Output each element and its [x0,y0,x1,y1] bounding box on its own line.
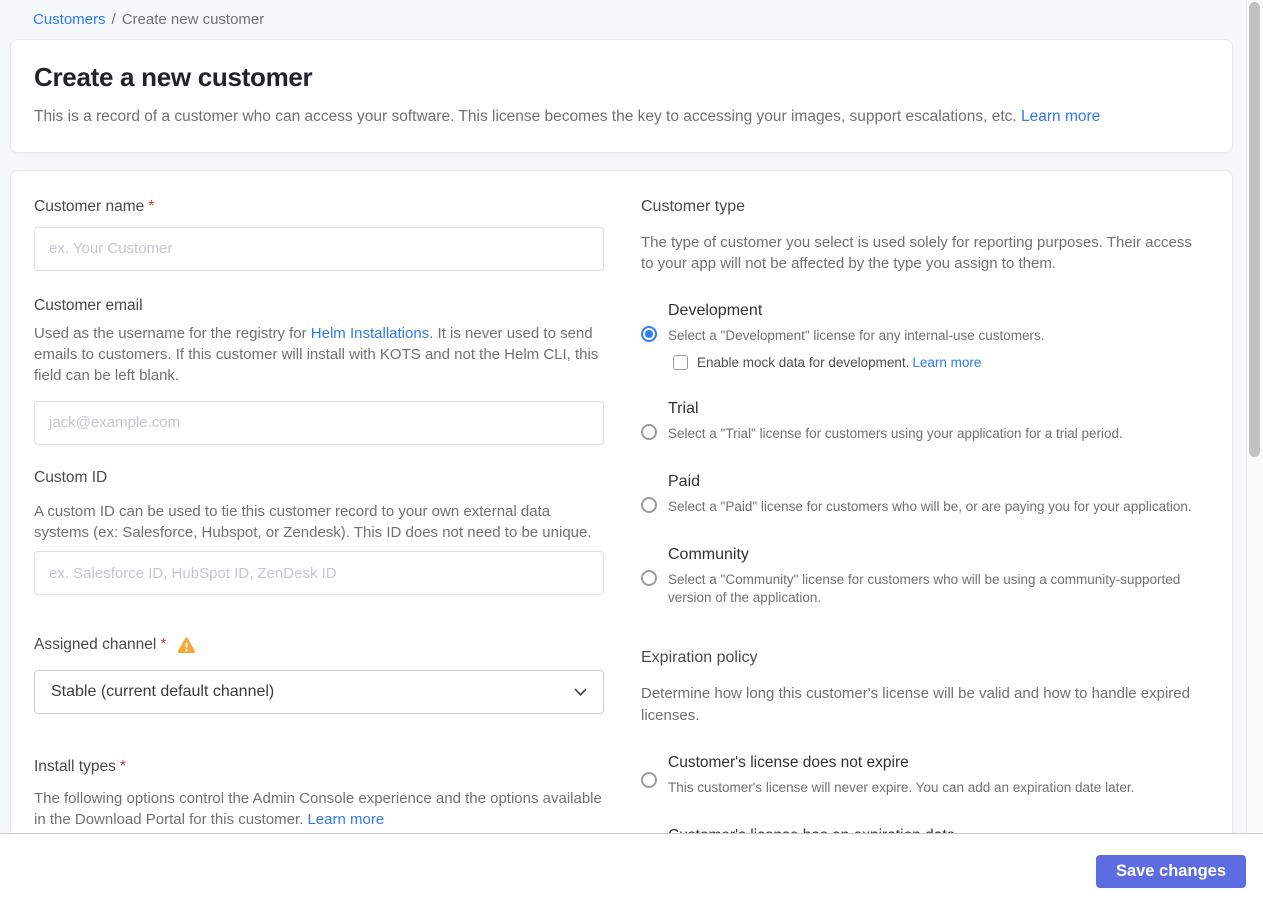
breadcrumb-customers-link[interactable]: Customers [33,11,106,28]
option-paid-description: Select a "Paid" license for customers wh… [668,498,1192,514]
option-development-description: Select a "Development" license for any i… [668,328,1045,344]
radio-no-expire[interactable] [641,771,657,788]
mock-data-label: Enable mock data for development. [697,354,910,370]
custom-id-input[interactable] [34,551,604,596]
radio-trial[interactable] [641,423,657,440]
option-community-description: Select a "Community" license for custome… [668,571,1181,606]
option-trial-description: Select a "Trial" license for customers u… [668,425,1123,441]
breadcrumb-separator: / [111,11,116,28]
install-types-label: Install types [34,758,116,776]
customer-email-input[interactable] [34,400,604,445]
form-left-column: Customer name * Customer email Used as t… [34,198,604,847]
option-development: Development Select a "Development" licen… [641,302,1197,370]
mock-data-learn-more-link[interactable]: Learn more [912,355,981,370]
assigned-channel-label: Assigned channel [34,636,157,654]
customer-email-label: Customer email [34,296,143,314]
form-right-column: Customer type The type of customer you s… [641,197,1197,868]
customer-type-heading: Customer type [641,197,746,215]
option-paid-title: Paid [668,472,701,490]
install-types-label-row: Install types * [34,758,604,776]
option-paid: Paid Select a "Paid" license for custome… [641,473,1197,516]
page-description: This is a record of a customer who can a… [34,106,1209,128]
customer-name-label: Customer name [34,197,145,215]
save-changes-button[interactable]: Save changes [1095,855,1246,888]
custom-id-label: Custom ID [34,468,108,486]
expiration-policy-description: Determine how long this customer's licen… [641,685,1190,724]
footer-bar: Save changes [0,833,1263,905]
customer-form-card: Customer name * Customer email Used as t… [10,169,1233,875]
option-no-expire: Customer's license does not expire This … [641,754,1197,797]
radio-community[interactable] [641,569,657,586]
mock-data-row: Enable mock data for development. Learn … [673,354,1197,370]
customer-email-description: Used as the username for the registry fo… [34,323,604,387]
assigned-channel-selected-value: Stable (current default channel) [51,683,275,701]
radio-paid[interactable] [641,496,657,513]
expiration-policy-heading: Expiration policy [641,649,758,667]
option-trial: Trial Select a "Trial" license for custo… [641,400,1197,443]
scrollbar-track[interactable] [1246,0,1263,834]
option-trial-title: Trial [668,399,699,417]
page-description-text: This is a record of a customer who can a… [34,108,1021,125]
option-community-title: Community [668,545,749,563]
scrollbar-thumb[interactable] [1249,2,1260,457]
custom-id-description: A custom ID can be used to tie this cust… [34,502,592,541]
customer-email-desc-before: Used as the username for the registry fo… [34,324,311,342]
mock-data-checkbox[interactable] [673,354,688,370]
page-header-card: Create a new customer This is a record o… [10,39,1233,153]
customer-type-description: The type of customer you select is used … [641,233,1192,272]
warning-icon [177,637,196,654]
page-title: Create a new customer [34,62,313,92]
customer-name-input[interactable] [34,226,604,271]
option-development-title: Development [668,302,763,320]
option-no-expire-title: Customer's license does not expire [668,753,909,771]
customer-name-label-row: Customer name * [34,198,604,216]
required-asterisk: * [160,636,167,654]
required-asterisk: * [119,758,127,776]
breadcrumb-current: Create new customer [121,11,265,28]
option-community: Community Select a "Community" license f… [641,546,1197,607]
radio-development[interactable] [641,326,657,343]
header-learn-more-link[interactable]: Learn more [1021,108,1100,125]
required-asterisk: * [148,197,155,215]
assigned-channel-label-row: Assigned channel * [34,636,604,654]
option-no-expire-description: This customer's license will never expir… [668,779,1135,795]
chevron-down-icon [574,688,587,697]
install-types-description: The following options control the Admin … [34,788,604,831]
helm-installations-link[interactable]: Helm Installations [311,325,429,342]
assigned-channel-select[interactable]: Stable (current default channel) [34,670,604,715]
install-types-learn-more-link[interactable]: Learn more [307,811,384,828]
breadcrumb: Customers / Create new customer [0,0,1263,28]
